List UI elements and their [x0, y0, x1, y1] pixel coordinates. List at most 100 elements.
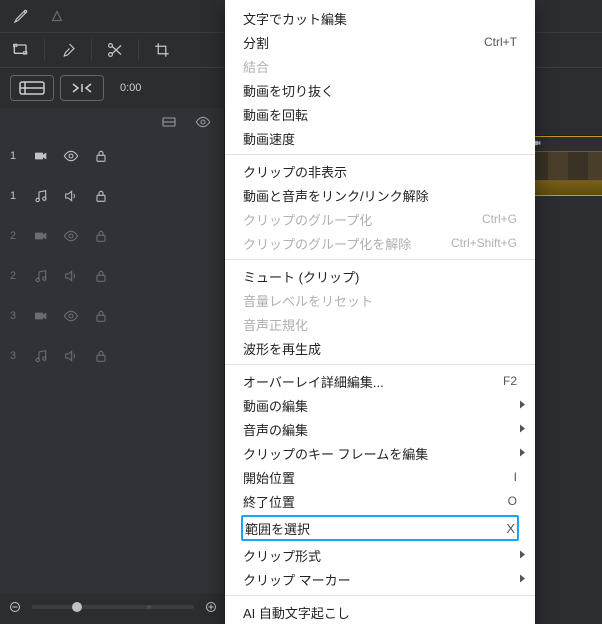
menu-item-label: 分割 [243, 33, 474, 52]
track-mute-toggle[interactable] [60, 185, 82, 207]
menu-item-label: 動画を切り抜く [243, 81, 517, 100]
track-number: 1 [10, 190, 22, 202]
track-lock-toggle[interactable] [90, 345, 112, 367]
zoom-out-button[interactable] [8, 600, 22, 614]
track-number: 2 [10, 230, 22, 242]
menu-item[interactable]: 音声の編集 [225, 417, 535, 441]
submenu-arrow-icon [519, 398, 527, 413]
menu-item: 音声正規化 [225, 312, 535, 336]
track-type-icon [30, 345, 52, 367]
menu-item[interactable]: 動画を切り抜く [225, 78, 535, 102]
menu-item[interactable]: 動画の編集 [225, 393, 535, 417]
menu-item[interactable]: 動画速度 [225, 126, 535, 150]
menu-item[interactable]: クリップの非表示 [225, 159, 535, 183]
menu-item-label: 波形を再生成 [243, 339, 517, 358]
track-eye-icon[interactable] [192, 111, 214, 133]
menu-item-label: AI 自動文字起こし [243, 603, 517, 622]
select-tool-icon[interactable] [10, 39, 32, 61]
menu-item: 結合 [225, 54, 535, 78]
menu-item[interactable]: 波形を再生成 [225, 336, 535, 360]
zoom-in-button[interactable] [204, 600, 218, 614]
menu-item[interactable]: 動画を回転 [225, 102, 535, 126]
track-video-1[interactable]: 1 [0, 136, 224, 176]
ruler-start-time: 0:00 [120, 82, 141, 94]
menu-item[interactable]: クリップ形式 [225, 543, 535, 567]
menu-item-shortcut: O [508, 494, 517, 508]
zoom-track[interactable] [32, 605, 194, 609]
menu-item-label: ミュート (クリップ) [243, 267, 517, 286]
menu-item[interactable]: 文字でカット編集 [225, 6, 535, 30]
menu-item-shortcut: Ctrl+T [484, 35, 517, 49]
track-audio-1[interactable]: 1 [0, 176, 224, 216]
submenu-arrow-icon [519, 422, 527, 437]
track-audio-2[interactable]: 2 [0, 256, 224, 296]
menu-item: クリップのグループ化を解除 Ctrl+Shift+G [225, 231, 535, 255]
track-visibility-toggle[interactable] [60, 225, 82, 247]
menu-item-shortcut: F2 [503, 374, 517, 388]
menu-item[interactable]: オーバーレイ詳細編集... F2 [225, 369, 535, 393]
track-mute-toggle[interactable] [60, 345, 82, 367]
clip-1[interactable] [527, 136, 602, 196]
track-video-2[interactable]: 2 [0, 216, 224, 256]
track-mute-toggle[interactable] [60, 265, 82, 287]
marker-tool-icon[interactable] [10, 5, 32, 27]
menu-item-highlighted[interactable]: 範囲を選択X [241, 515, 519, 541]
track-number: 1 [10, 150, 22, 162]
menu-item-label: 結合 [243, 57, 517, 76]
track-lock-toggle[interactable] [90, 145, 112, 167]
cut-tool-icon[interactable] [104, 39, 126, 61]
menu-item-label: 範囲を選択 [245, 519, 506, 538]
brush-tool-icon[interactable] [57, 39, 79, 61]
menu-item-label: クリップ形式 [243, 546, 517, 565]
menu-item-label: 終了位置 [243, 492, 498, 511]
track-visual-mode-icon[interactable] [158, 111, 180, 133]
menu-item-label: 動画を回転 [243, 105, 517, 124]
menu-item-shortcut: X [506, 521, 515, 536]
context-menu: 文字でカット編集分割 Ctrl+T 結合動画を切り抜く動画を回転動画速度クリップの非… [225, 0, 535, 624]
track-type-icon [30, 305, 52, 327]
track-type-icon [30, 225, 52, 247]
track-lock-toggle[interactable] [90, 305, 112, 327]
track-type-icon [30, 185, 52, 207]
menu-item[interactable]: 開始位置 I [225, 465, 535, 489]
track-visibility-toggle[interactable] [60, 305, 82, 327]
menu-item-label: クリップのキー フレームを編集 [243, 444, 517, 463]
menu-item: クリップのグループ化Ctrl+G [225, 207, 535, 231]
menu-item[interactable]: クリップのキー フレームを編集 [225, 441, 535, 465]
track-video-3[interactable]: 3 [0, 296, 224, 336]
menu-item-label: オーバーレイ詳細編集... [243, 372, 493, 391]
menu-item-label: 開始位置 [243, 468, 504, 487]
menu-item: 音量レベルをリセット [225, 288, 535, 312]
track-lock-toggle[interactable] [90, 185, 112, 207]
track-lock-toggle[interactable] [90, 265, 112, 287]
crop-tool-icon[interactable] [151, 39, 173, 61]
track-number: 3 [10, 310, 22, 322]
menu-item[interactable]: 分割 Ctrl+T [225, 30, 535, 54]
menu-item[interactable]: クリップ マーカー [225, 567, 535, 591]
menu-item[interactable]: ミュート (クリップ) [225, 264, 535, 288]
menu-item-label: 音声正規化 [243, 315, 517, 334]
track-audio-3[interactable]: 3 [0, 336, 224, 376]
menu-item[interactable]: 動画と音声をリンク/リンク解除 [225, 183, 535, 207]
menu-item[interactable]: 終了位置 O [225, 489, 535, 513]
menu-item-label: クリップのグループ化を解除 [243, 234, 441, 253]
menu-item-label: 動画の編集 [243, 396, 517, 415]
menu-item-shortcut: Ctrl+Shift+G [451, 236, 517, 250]
timeline-mode-trim-button[interactable] [60, 75, 104, 101]
submenu-arrow-icon [519, 572, 527, 587]
clip-thumbnails [528, 151, 602, 181]
timeline-mode-list-button[interactable] [10, 75, 54, 101]
track-number: 2 [10, 270, 22, 282]
menu-item-shortcut: I [514, 470, 517, 484]
menu-item-label: クリップのグループ化 [243, 210, 472, 229]
menu-item-label: 音量レベルをリセット [243, 291, 517, 310]
submenu-arrow-icon [519, 548, 527, 563]
track-type-icon [30, 265, 52, 287]
track-visibility-toggle[interactable] [60, 145, 82, 167]
track-number: 3 [10, 350, 22, 362]
clip-waveform [528, 181, 602, 196]
track-lock-toggle[interactable] [90, 225, 112, 247]
zoom-slider[interactable] [8, 600, 218, 614]
shape-tool-icon[interactable] [46, 5, 68, 27]
menu-item[interactable]: AI 自動文字起こし [225, 600, 535, 624]
